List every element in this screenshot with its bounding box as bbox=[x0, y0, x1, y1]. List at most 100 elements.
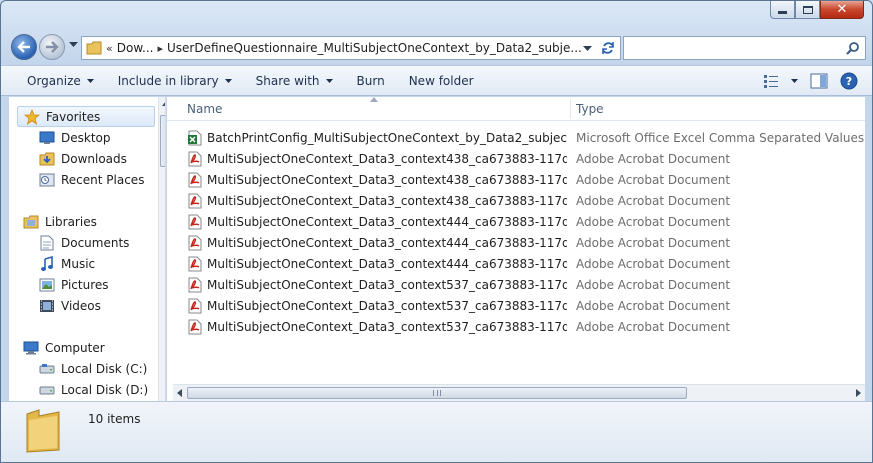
nav-pane-scrollbar[interactable] bbox=[158, 97, 166, 401]
pdf-icon bbox=[187, 319, 203, 335]
help-icon[interactable]: ? bbox=[840, 72, 858, 90]
file-row[interactable]: MultiSubjectOneContext_Data3_context537_… bbox=[167, 275, 865, 296]
nav-libraries-label: Libraries bbox=[45, 214, 97, 229]
file-row[interactable]: MultiSubjectOneContext_Data3_context438_… bbox=[167, 170, 865, 191]
organize-button[interactable]: Organize bbox=[15, 66, 106, 95]
videos-icon bbox=[39, 298, 55, 314]
breadcrumb-parent[interactable]: Dow... bbox=[117, 41, 154, 55]
explorer-window: ✕ « Dow... ▸ UserDefineQuestionnaire_Mul… bbox=[0, 0, 873, 463]
pdf-icon bbox=[187, 193, 203, 209]
file-row[interactable]: MultiSubjectOneContext_Data3_context444_… bbox=[167, 233, 865, 254]
file-name: MultiSubjectOneContext_Data3_context438_… bbox=[207, 194, 567, 208]
file-name: MultiSubjectOneContext_Data3_context537_… bbox=[207, 278, 567, 292]
nav-downloads[interactable]: Downloads bbox=[39, 148, 127, 169]
file-type: Adobe Acrobat Document bbox=[576, 320, 731, 334]
excel-csv-icon bbox=[187, 130, 203, 146]
file-name: MultiSubjectOneContext_Data3_context537_… bbox=[207, 320, 567, 334]
nav-music[interactable]: Music bbox=[39, 253, 95, 274]
share-with-label: Share with bbox=[255, 73, 320, 88]
view-dropdown-icon[interactable] bbox=[791, 78, 798, 83]
preview-pane-icon[interactable] bbox=[810, 73, 828, 89]
scroll-up-icon[interactable] bbox=[162, 101, 166, 106]
file-name: MultiSubjectOneContext_Data3_context444_… bbox=[207, 257, 567, 271]
minimize-icon bbox=[778, 11, 787, 14]
nav-local-disk-d[interactable]: Local Disk (D:) bbox=[39, 379, 148, 400]
new-folder-button[interactable]: New folder bbox=[397, 66, 486, 95]
file-row[interactable]: MultiSubjectOneContext_Data3_context537_… bbox=[167, 317, 865, 338]
scroll-right-icon[interactable] bbox=[856, 389, 861, 397]
breadcrumb-separator-icon[interactable]: ▸ bbox=[157, 42, 163, 55]
forward-button[interactable] bbox=[39, 34, 65, 60]
view-controls: ? bbox=[763, 66, 858, 95]
nav-scroll-thumb[interactable] bbox=[160, 115, 165, 167]
refresh-button[interactable] bbox=[595, 36, 621, 60]
nav-desktop-label: Desktop bbox=[61, 130, 111, 145]
scroll-left-icon[interactable] bbox=[177, 389, 182, 397]
back-button[interactable] bbox=[11, 34, 37, 60]
nav-local-disk-c[interactable]: Local Disk (C:) bbox=[39, 358, 147, 379]
file-row[interactable]: MultiSubjectOneContext_Data3_context438_… bbox=[167, 191, 865, 212]
include-in-library-button[interactable]: Include in library bbox=[106, 66, 244, 95]
nav-desktop[interactable]: Desktop bbox=[39, 127, 111, 148]
file-type: Adobe Acrobat Document bbox=[576, 257, 731, 271]
maximize-button[interactable] bbox=[795, 1, 820, 19]
nav-pictures-label: Pictures bbox=[61, 277, 109, 292]
file-type: Adobe Acrobat Document bbox=[576, 194, 731, 208]
column-header-type[interactable]: Type bbox=[576, 102, 604, 116]
nav-documents[interactable]: Documents bbox=[39, 232, 129, 253]
music-icon bbox=[39, 255, 55, 272]
view-options-icon[interactable] bbox=[763, 74, 779, 88]
column-divider[interactable] bbox=[570, 99, 571, 119]
file-name: MultiSubjectOneContext_Data3_context444_… bbox=[207, 215, 567, 229]
nav-documents-label: Documents bbox=[61, 235, 130, 250]
pdf-icon bbox=[187, 298, 203, 314]
file-row[interactable]: BatchPrintConfig_MultiSubjectOneContext_… bbox=[167, 128, 865, 149]
address-dropdown-icon[interactable] bbox=[583, 46, 592, 52]
address-bar[interactable]: « Dow... ▸ UserDefineQuestionnaire_Multi… bbox=[81, 36, 601, 60]
downloads-folder-icon bbox=[39, 151, 55, 167]
nav-music-label: Music bbox=[61, 256, 96, 271]
close-icon: ✕ bbox=[836, 2, 848, 17]
nav-recent-places[interactable]: Recent Places bbox=[39, 169, 144, 190]
refresh-icon bbox=[601, 42, 614, 54]
horizontal-scrollbar[interactable] bbox=[173, 384, 865, 401]
close-button[interactable]: ✕ bbox=[820, 1, 864, 19]
svg-text:?: ? bbox=[846, 75, 852, 88]
nav-favorites[interactable]: Favorites bbox=[17, 106, 155, 127]
file-name: MultiSubjectOneContext_Data3_context438_… bbox=[207, 152, 567, 166]
command-bar: Organize Include in library Share with B… bbox=[1, 65, 872, 96]
file-row[interactable]: MultiSubjectOneContext_Data3_context537_… bbox=[167, 296, 865, 317]
pdf-icon bbox=[187, 235, 203, 251]
file-name: BatchPrintConfig_MultiSubjectOneContext_… bbox=[207, 131, 567, 145]
computer-icon bbox=[23, 340, 39, 356]
file-row[interactable]: MultiSubjectOneContext_Data3_context444_… bbox=[167, 212, 865, 233]
folder-icon bbox=[86, 41, 102, 55]
file-name: MultiSubjectOneContext_Data3_context438_… bbox=[207, 173, 567, 187]
nav-computer[interactable]: Computer bbox=[23, 337, 105, 358]
nav-libraries[interactable]: Libraries bbox=[23, 211, 97, 232]
share-with-button[interactable]: Share with bbox=[244, 66, 345, 95]
search-icon[interactable] bbox=[846, 41, 860, 55]
burn-button[interactable]: Burn bbox=[345, 66, 397, 95]
file-type: Adobe Acrobat Document bbox=[576, 236, 731, 250]
nav-recent-places-label: Recent Places bbox=[61, 172, 145, 187]
breadcrumb-current[interactable]: UserDefineQuestionnaire_MultiSubjectOneC… bbox=[167, 41, 582, 55]
search-input[interactable] bbox=[628, 38, 838, 58]
desktop-icon bbox=[39, 130, 55, 146]
organize-label: Organize bbox=[27, 73, 81, 88]
breadcrumb-overflow[interactable]: « bbox=[106, 42, 113, 55]
item-count: 10 items bbox=[88, 412, 141, 426]
horizontal-scroll-thumb[interactable] bbox=[187, 387, 687, 399]
recent-pages-dropdown[interactable] bbox=[69, 42, 78, 48]
nav-favorites-label: Favorites bbox=[46, 109, 101, 124]
minimize-button[interactable] bbox=[770, 1, 795, 19]
folder-large-icon bbox=[26, 409, 60, 453]
file-row[interactable]: MultiSubjectOneContext_Data3_context444_… bbox=[167, 254, 865, 275]
nav-pictures[interactable]: Pictures bbox=[39, 274, 109, 295]
file-row[interactable]: MultiSubjectOneContext_Data3_context438_… bbox=[167, 149, 865, 170]
nav-videos[interactable]: Videos bbox=[39, 295, 101, 316]
include-in-library-label: Include in library bbox=[117, 73, 219, 88]
column-header-name[interactable]: Name bbox=[187, 102, 222, 116]
star-icon bbox=[24, 108, 40, 125]
back-arrow-icon bbox=[17, 41, 30, 53]
